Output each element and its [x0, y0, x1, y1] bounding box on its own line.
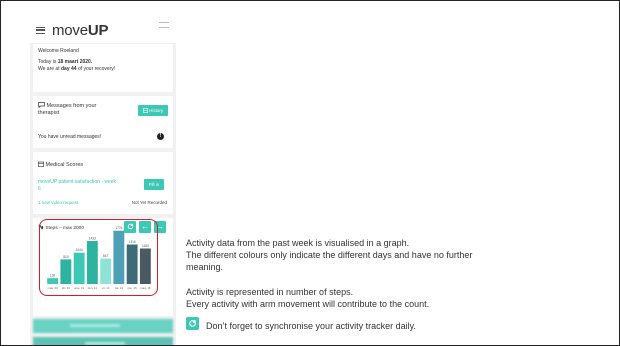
app-logo: moveUP: [52, 22, 109, 39]
fill-in-button[interactable]: Fill in: [144, 179, 164, 190]
screen-frame: moveUP Welcome Roeland Today is 18 maart…: [0, 0, 620, 346]
note-steps-line-1: Activity is represented in number of ste…: [186, 287, 354, 297]
app-header: moveUP: [30, 19, 176, 43]
blurred-label-2: [85, 342, 125, 345]
video-request-link[interactable]: 1 new video request: [38, 199, 78, 206]
history-icon: [142, 108, 148, 113]
chart-highlight-outline: [39, 219, 158, 296]
messages-card: Messages from your therapist History You…: [33, 96, 173, 148]
calendar-icon: [38, 161, 44, 167]
welcome-card: Welcome Roeland Today is 18 maart 2020. …: [33, 44, 173, 92]
messages-title: Messages from your therapist: [38, 102, 97, 116]
survey-link[interactable]: moveUP patient satisfaction - week 6: [38, 179, 120, 193]
medical-scores-title: Medical Scores: [38, 161, 83, 169]
welcome-greeting: Welcome Roeland: [38, 48, 79, 54]
medical-scores-card: Medical Scores moveUP patient satisfacti…: [33, 152, 173, 214]
status-icon: [159, 22, 169, 28]
note-graph-line-1: Activity data from the past week is visu…: [186, 238, 410, 248]
note-sync-reminder: Don’t forget to synchronise your activit…: [206, 321, 416, 331]
history-button[interactable]: History: [138, 105, 168, 116]
unread-messages-text[interactable]: You have unread messages!: [38, 134, 101, 141]
note-graph-line-3: meaning.: [186, 262, 224, 272]
sync-tip-icon: [186, 317, 199, 330]
note-graph-line-2: The different colours only indicate the …: [186, 250, 473, 260]
mobile-app-screen: moveUP Welcome Roeland Today is 18 maart…: [30, 19, 176, 345]
video-status: Not Yet Recorded: [131, 200, 167, 205]
today-line: Today is 18 maart 2020.: [38, 59, 93, 65]
recovery-line: We are at day 44 of your recovery!: [38, 66, 116, 72]
note-steps-line-2: Every activity with arm movement will co…: [186, 299, 430, 309]
message-icon: [38, 102, 45, 109]
hamburger-menu-icon[interactable]: [36, 27, 45, 34]
unread-badge: !: [157, 133, 164, 140]
blurred-label: [70, 324, 120, 327]
